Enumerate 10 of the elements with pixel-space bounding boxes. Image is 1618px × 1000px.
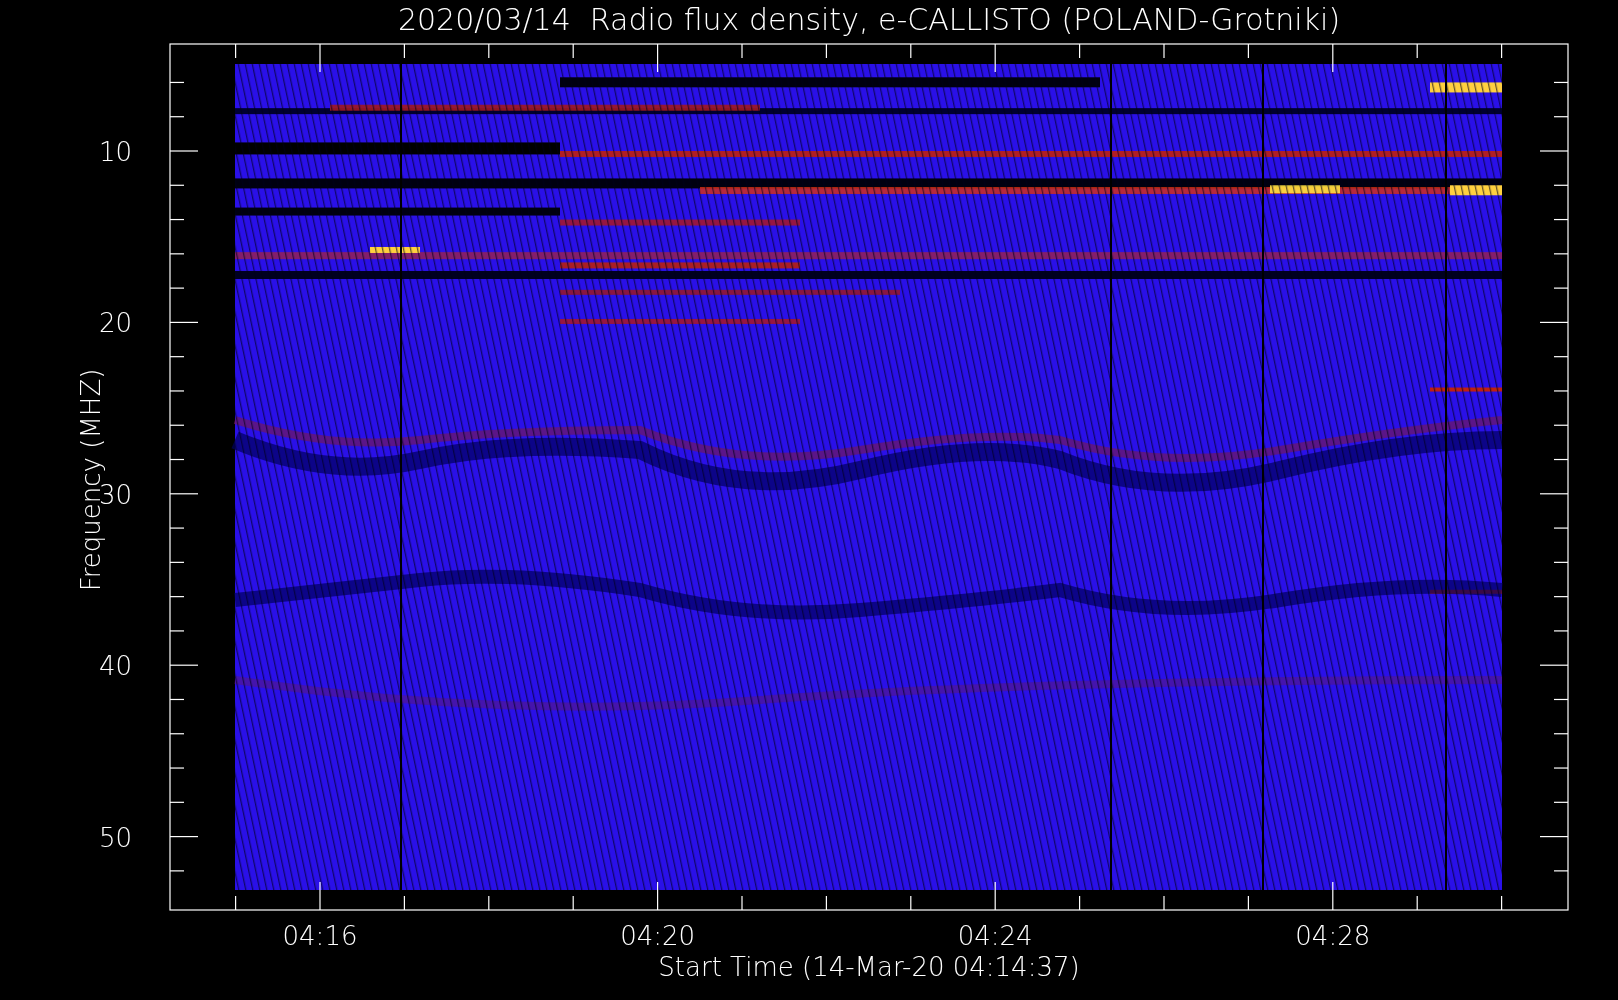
axis-tick-label: 04:28 [1295, 921, 1371, 951]
axis-tick-label: 04:20 [620, 921, 696, 951]
chart-title: 2020/03/14 Radio flux density, e-CALLISTO (POLAND-Grotniki) [397, 2, 1341, 37]
axis-tick-label: 20 [98, 308, 132, 339]
axis-tick-label: 40 [98, 651, 132, 682]
axis-tick-label: 50 [98, 822, 132, 853]
axis-title: Start Time (14-Mar-20 04:14:37) [658, 952, 1080, 982]
axis-tick-label: 04:24 [957, 921, 1033, 951]
axis-tick-label: 04:16 [282, 921, 358, 951]
axis-tick-label: 10 [98, 137, 132, 167]
